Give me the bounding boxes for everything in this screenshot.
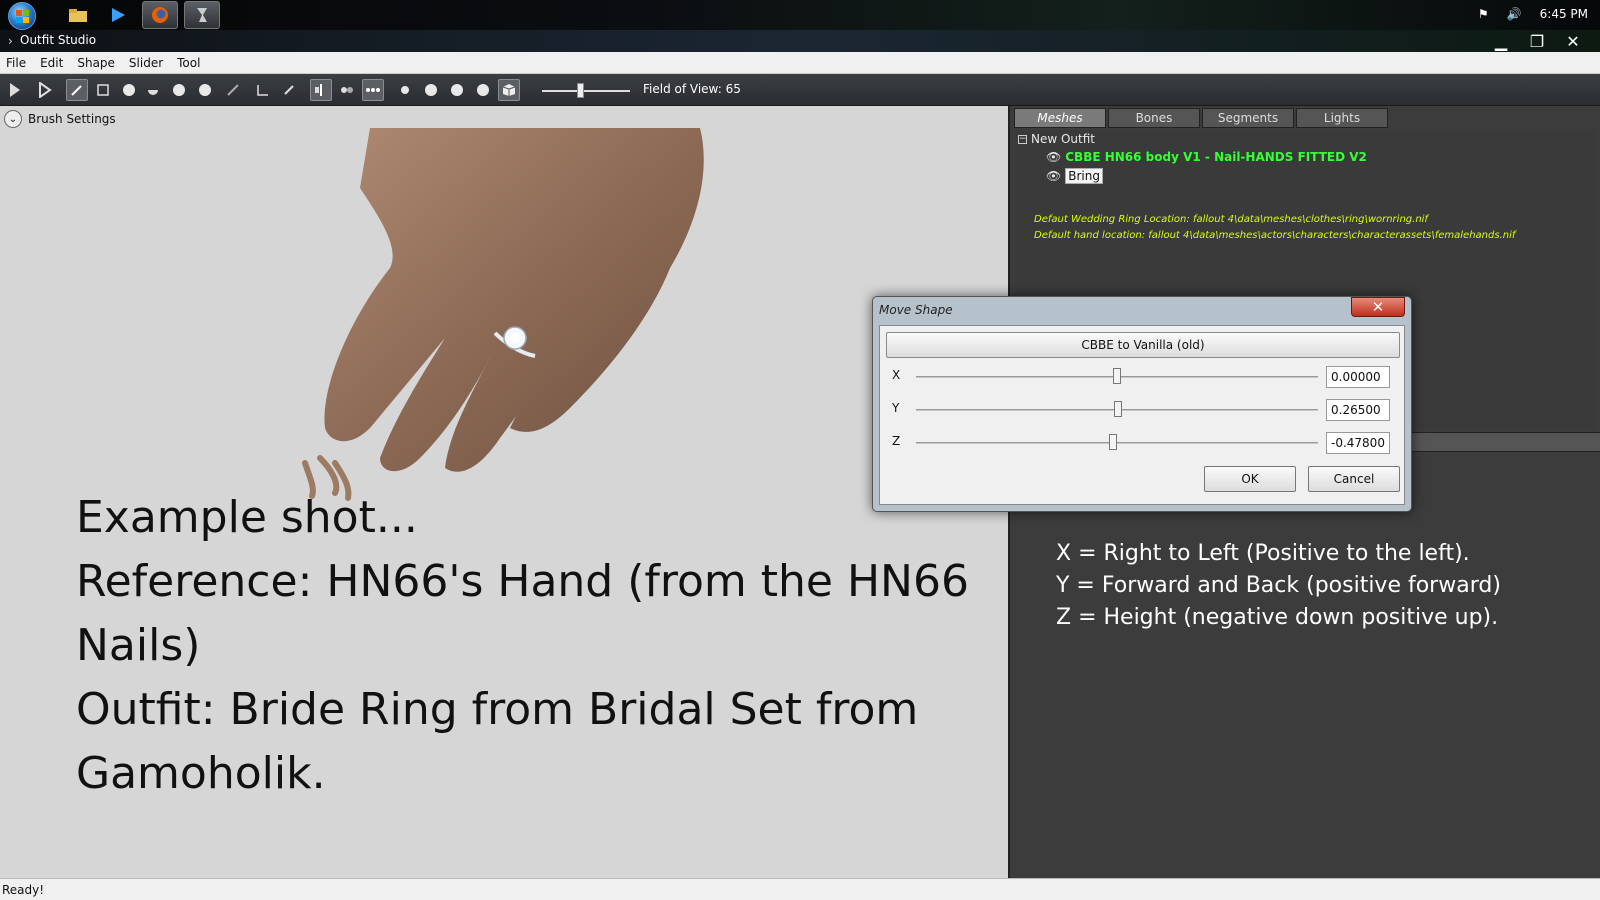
tab-meshes[interactable]: Meshes [1014,108,1106,128]
fov-label: Field of View: 65 [643,82,741,96]
tab-bones[interactable]: Bones [1108,108,1200,128]
axis-help-z: Z = Height (negative down positive up). [1056,605,1499,630]
dialog-body: CBBE to Vanilla (old) X 0.00000 Y 0.2650… [879,325,1405,505]
taskbar: ⚑ 🔊 6:45 PM [0,0,1600,30]
visibility-eye-icon[interactable]: 👁 [1046,169,1061,183]
action-center-flag-icon[interactable]: ⚑ [1478,7,1489,21]
hand-location-note: Default hand location: fallout 4\data\me… [1034,230,1516,241]
brush-weight-icon[interactable] [222,79,244,101]
menu-edit[interactable]: Edit [40,56,63,70]
mesh-label-ring: Bring [1065,168,1103,184]
brush-inflate-icon[interactable] [118,79,140,101]
brush-settings-label: Brush Settings [28,112,116,126]
axis-help-text: X = Right to Left (Positive to the left)… [1056,538,1501,634]
axis-row-y: Y 0.26500 [886,397,1400,423]
example-text: Example shot... Reference: HN66's Hand (… [76,486,996,806]
brush-move-icon[interactable] [168,79,190,101]
3d-viewport[interactable]: ⌄ Brush Settings Example shot... Referen… [0,106,1008,878]
select-tool-icon[interactable] [4,79,26,101]
z-slider[interactable] [916,442,1318,444]
y-value-field[interactable]: 0.26500 [1326,399,1390,421]
mesh-item-ring[interactable]: 👁 Bring [1046,168,1103,184]
x-slider-thumb[interactable] [1113,368,1121,384]
connected-only-icon[interactable] [336,79,358,101]
maximize-button[interactable]: ❐ [1522,30,1552,52]
cancel-button[interactable]: Cancel [1308,466,1400,492]
wireframe-icon[interactable] [394,79,416,101]
menu-file[interactable]: File [6,56,26,70]
minimize-button[interactable]: ▁ [1486,30,1516,52]
tab-lights[interactable]: Lights [1296,108,1388,128]
z-slider-thumb[interactable] [1109,434,1117,450]
z-value-field[interactable]: -0.47800 [1326,432,1390,454]
color-icon[interactable] [472,79,494,101]
x-value-field[interactable]: 0.00000 [1326,366,1390,388]
system-tray: ⚑ 🔊 6:45 PM [1478,0,1588,28]
ring-location-note: Defaut Wedding Ring Location: fallout 4\… [1034,214,1428,225]
status-bar: Ready! [0,878,1600,900]
explorer-icon[interactable] [60,1,96,29]
transform-tool-icon[interactable] [34,79,56,101]
fov-slider[interactable] [542,90,630,92]
toolbar: Field of View: 65 [0,74,1600,106]
mesh-label-body: CBBE HN66 body V1 - Nail-HANDS FITTED V2 [1065,150,1367,164]
x-mirror-icon[interactable] [362,79,384,101]
tree-root[interactable]: − New Outfit [1018,132,1095,146]
menu-slider[interactable]: Slider [129,56,163,70]
preset-button[interactable]: CBBE to Vanilla (old) [886,332,1400,358]
lighting-icon[interactable] [420,79,442,101]
close-button[interactable]: ✕ [1558,30,1588,52]
fov-slider-thumb[interactable] [577,83,584,98]
axis-row-x: X 0.00000 [886,364,1400,390]
example-line-2: Reference: HN66's Hand (from the HN66 Na… [76,556,969,671]
hand-model [302,128,704,501]
axis-label-z: Z [892,434,901,448]
app-icon: › [8,34,13,48]
start-button[interactable] [8,2,36,30]
brush-settings-panel[interactable]: ⌄ Brush Settings [4,110,116,128]
clock[interactable]: 6:45 PM [1540,7,1588,21]
status-text: Ready! [2,882,45,897]
tree-root-label: New Outfit [1031,132,1096,146]
tab-segments[interactable]: Segments [1202,108,1294,128]
axis-help-x: X = Right to Left (Positive to the left)… [1056,541,1470,566]
move-shape-dialog: Move Shape ✕ CBBE to Vanilla (old) X 0.0… [872,296,1412,512]
example-line-1: Example shot... [76,492,418,543]
visibility-eye-icon[interactable]: 👁 [1046,150,1061,164]
axis-label-x: X [892,368,901,382]
app-titlebar: › Outfit Studio ▁ ❐ ✕ [0,30,1600,52]
pivot-icon[interactable] [252,79,274,101]
firefox-icon[interactable] [142,1,178,29]
windows-logo-icon [16,10,30,24]
collapse-icon[interactable]: − [1018,134,1027,144]
cube-icon[interactable] [498,79,520,101]
ok-button[interactable]: OK [1204,466,1296,492]
menubar: File Edit Shape Slider Tool [0,52,1600,74]
media-player-icon[interactable] [100,1,136,29]
example-line-3: Outfit: Bride Ring from Bridal Set from … [76,684,919,799]
brush-deflate-icon[interactable] [142,79,164,101]
menu-tool[interactable]: Tool [177,56,200,70]
menu-shape[interactable]: Shape [77,56,115,70]
y-slider-thumb[interactable] [1114,401,1122,417]
axis-label-y: Y [892,401,900,415]
panel-tabs: Meshes Bones Segments Lights [1014,108,1388,128]
brush-standard-icon[interactable] [66,79,88,101]
brush-mask-icon[interactable] [92,79,114,101]
mirror-toggle-icon[interactable] [310,79,332,101]
volume-icon[interactable]: 🔊 [1507,7,1522,21]
pencil-icon[interactable] [278,79,300,101]
dialog-close-button[interactable]: ✕ [1351,297,1405,317]
mesh-item-body[interactable]: 👁 CBBE HN66 body V1 - Nail-HANDS FITTED … [1046,150,1367,164]
outfit-studio-icon[interactable] [184,1,220,29]
axis-row-z: Z -0.47800 [886,430,1400,456]
app-title: Outfit Studio [20,33,97,47]
axis-help-y: Y = Forward and Back (positive forward) [1056,573,1501,598]
dialog-title: Move Shape [879,303,953,317]
textures-icon[interactable] [446,79,468,101]
brush-smooth-icon[interactable] [194,79,216,101]
chevron-down-icon[interactable]: ⌄ [4,110,22,128]
